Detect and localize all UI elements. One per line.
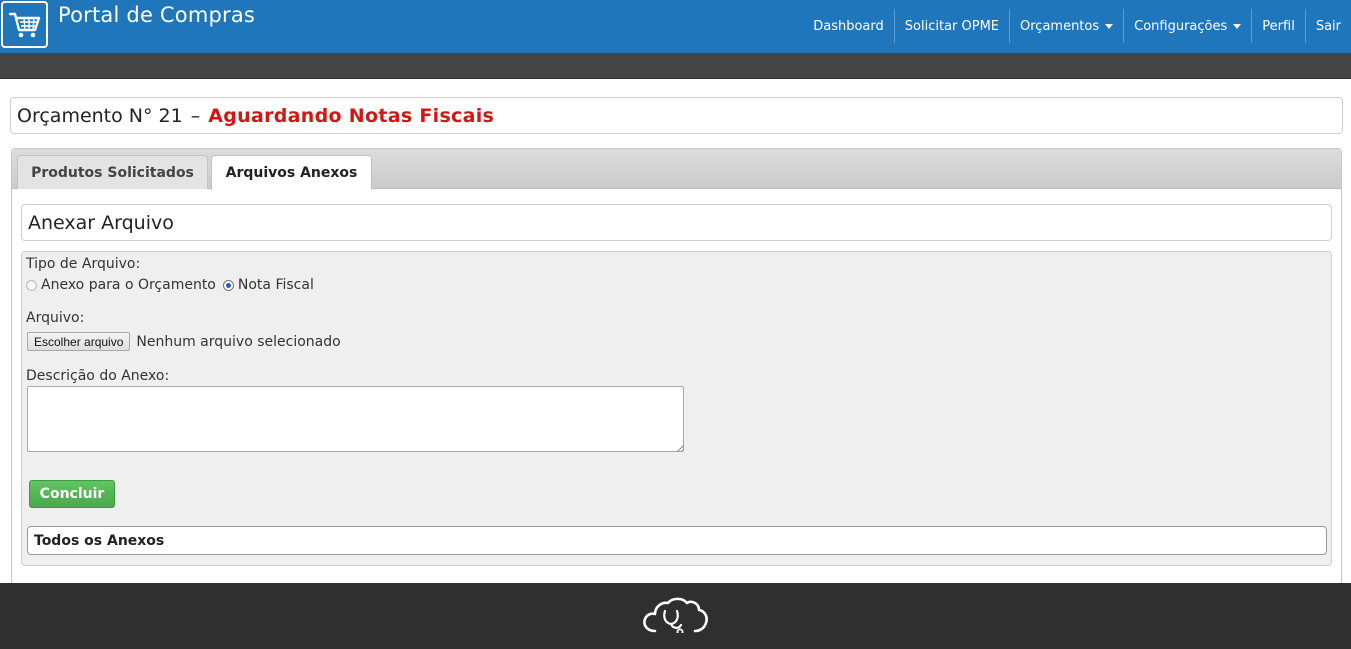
nav-configuracoes-label: Configurações	[1134, 18, 1228, 34]
caret-down-icon	[1105, 23, 1114, 29]
title-separator: –	[190, 104, 201, 127]
nav-dashboard-label: Dashboard	[813, 18, 884, 34]
file-type-label: Tipo de Arquivo:	[26, 256, 141, 272]
nav-solicitar-opme[interactable]: Solicitar OPME	[893, 9, 1009, 43]
page-title: Orçamento N° 21 – Aguardando Notas Fisca…	[10, 97, 1343, 134]
attachments-panel-heading: Todos os Anexos	[27, 526, 1327, 555]
tab-produtos-solicitados-label: Produtos Solicitados	[31, 164, 194, 181]
radio-anexo-orcamento-label[interactable]: Anexo para o Orçamento	[41, 277, 216, 293]
choose-file-button[interactable]: Escolher arquivo	[27, 332, 131, 351]
shopping-cart-icon[interactable]	[1, 1, 48, 48]
file-input: Escolher arquivo Nenhum arquivo selecion…	[27, 332, 341, 351]
caret-down-icon	[1233, 23, 1242, 29]
file-label: Arquivo:	[26, 310, 85, 326]
sub-header-band	[0, 53, 1351, 79]
section-heading: Anexar Arquivo	[21, 204, 1332, 241]
nav-dashboard[interactable]: Dashboard	[803, 9, 894, 43]
nav-perfil[interactable]: Perfil	[1251, 9, 1305, 43]
tab-produtos-solicitados[interactable]: Produtos Solicitados	[17, 155, 208, 189]
radio-nota-fiscal[interactable]	[222, 279, 234, 291]
description-label: Descrição do Anexo:	[26, 368, 170, 384]
nav-sair[interactable]: Sair	[1304, 9, 1351, 43]
resize-grip-icon[interactable]	[677, 445, 684, 452]
nav-configuracoes[interactable]: Configurações	[1123, 9, 1251, 43]
nav-orcamentos-label: Orçamentos	[1020, 18, 1100, 34]
main-content: Orçamento N° 21 – Aguardando Notas Fisca…	[0, 79, 1351, 648]
cloud-stethoscope-icon	[641, 597, 709, 637]
attach-form: Tipo de Arquivo: Anexo para o Orçamento …	[21, 251, 1332, 566]
submit-button[interactable]: Concluir	[29, 480, 115, 508]
status-text: Aguardando Notas Fiscais	[208, 104, 495, 127]
budget-number: Orçamento N° 21	[17, 104, 183, 127]
tabs-container: Produtos Solicitados Arquivos Anexos Ane…	[11, 148, 1342, 648]
footer	[0, 583, 1351, 649]
tab-arquivos-anexos[interactable]: Arquivos Anexos	[211, 155, 372, 190]
radio-anexo-orcamento[interactable]	[26, 279, 37, 291]
file-type-radio-group: Anexo para o Orçamento Nota Fiscal	[26, 277, 321, 293]
tab-bar: Produtos Solicitados Arquivos Anexos	[12, 149, 1341, 190]
nav-solicitar-opme-label: Solicitar OPME	[904, 18, 999, 34]
brand-title[interactable]: Portal de Compras	[58, 3, 255, 27]
nav-perfil-label: Perfil	[1262, 18, 1295, 34]
nav-sair-label: Sair	[1315, 18, 1341, 34]
tab-arquivos-anexos-label: Arquivos Anexos	[225, 165, 358, 181]
description-textarea[interactable]	[27, 386, 684, 452]
file-status-text: Nenhum arquivo selecionado	[136, 333, 341, 350]
nav-orcamentos[interactable]: Orçamentos	[1009, 9, 1123, 43]
top-navbar: Portal de Compras Dashboard Solicitar OP…	[0, 0, 1351, 53]
main-nav: Dashboard Solicitar OPME Orçamentos Conf…	[803, 9, 1351, 43]
radio-nota-fiscal-label[interactable]: Nota Fiscal	[238, 277, 314, 293]
